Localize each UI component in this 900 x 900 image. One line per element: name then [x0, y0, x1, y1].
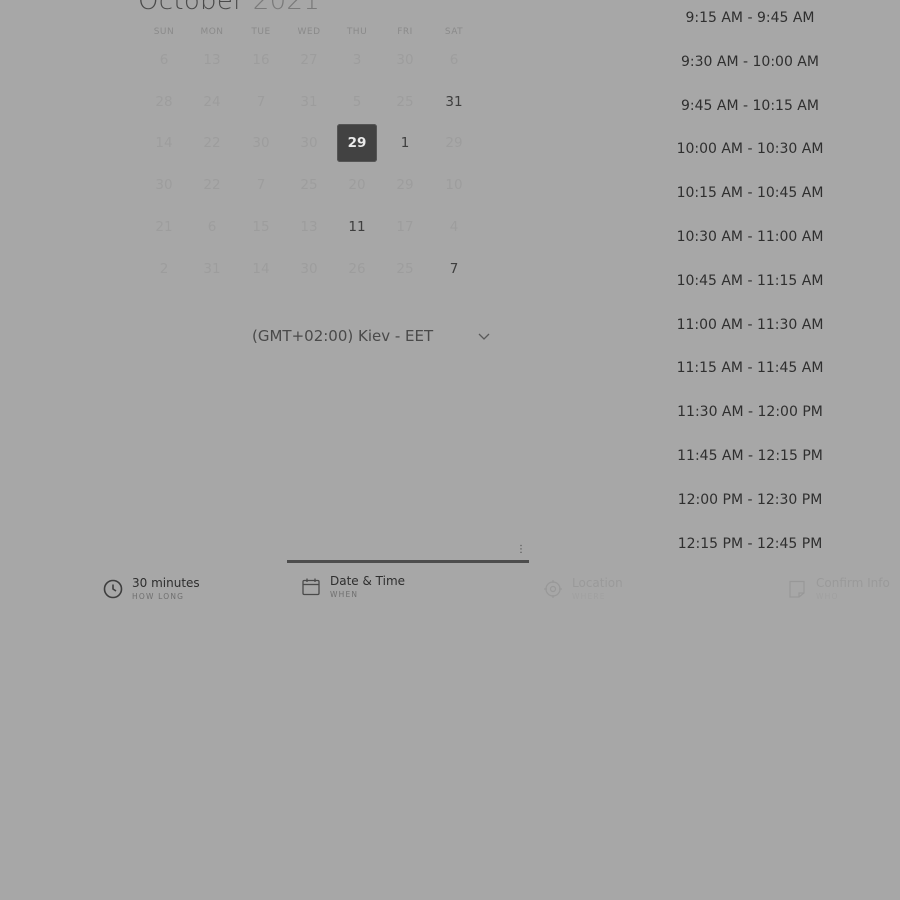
time-slot-button[interactable]: 10:45 AM - 11:15 AM [660, 266, 840, 296]
calendar-day: 4 [449, 219, 459, 235]
calendar-day: 10 [445, 177, 463, 193]
calendar-day: 22 [203, 177, 221, 193]
calendar-day: 26 [348, 261, 366, 277]
step-title: Confirm Info [816, 575, 890, 590]
weekday-label: FRI [397, 27, 413, 37]
step-duration[interactable]: 30 minutes HOW LONG [102, 574, 200, 604]
booking-page: October 2021 SUN MON TUE WED THU FRI SAT 6 13 16… [0, 0, 900, 900]
confirm-icon [789, 580, 805, 598]
calendar-day: 6 [207, 219, 217, 235]
calendar-day: 31 [300, 94, 318, 110]
step-title: Date & Time [330, 573, 406, 588]
calendar-day: 15 [252, 219, 270, 235]
step-title: Location [572, 575, 623, 590]
calendar-day: 14 [252, 261, 270, 277]
calendar-day: 30 [252, 135, 270, 151]
step-progress-bar [287, 560, 529, 563]
calendar-day: 17 [396, 219, 414, 235]
month-name: October [138, 0, 245, 16]
weekday-label: SUN [153, 27, 175, 37]
step-confirm-info[interactable]: Confirm Info WHO [786, 574, 890, 604]
calendar-day: 29 [396, 177, 414, 193]
calendar-day-selected[interactable]: 29 [337, 124, 377, 162]
time-slot-button[interactable]: 12:15 PM - 12:45 PM [660, 529, 840, 559]
year: 2021 [252, 0, 321, 16]
calendar-day: 25 [300, 177, 318, 193]
calendar-day: 7 [256, 177, 266, 193]
chevron-down-icon [478, 333, 490, 340]
calendar-day[interactable]: 11 [337, 208, 377, 246]
time-slot-button[interactable]: 11:45 AM - 12:15 PM [660, 441, 840, 471]
calendar-day: 14 [155, 135, 173, 151]
calendar-day: 6 [159, 52, 169, 68]
calendar-day: 6 [449, 52, 459, 68]
weekday-label: TUE [251, 27, 271, 37]
calendar-day: 22 [203, 135, 221, 151]
progress-marker: ⋮ [516, 544, 526, 555]
time-slot-button[interactable]: 10:15 AM - 10:45 AM [660, 178, 840, 208]
weekday-label: MON [200, 27, 224, 37]
calendar-day: 30 [300, 261, 318, 277]
calendar-day: 20 [348, 177, 366, 193]
time-slot-button[interactable]: 9:30 AM - 10:00 AM [660, 47, 840, 77]
month-title: October 2021 [138, 0, 320, 16]
step-subtitle: WHERE [572, 591, 606, 601]
time-slot-button[interactable]: 11:15 AM - 11:45 AM [660, 353, 840, 383]
weekday-label: SAT [444, 27, 464, 37]
calendar-day: 30 [300, 135, 318, 151]
weekday-label: WED [297, 27, 321, 37]
step-location[interactable]: Location WHERE [542, 574, 623, 604]
time-slot-button[interactable]: 9:45 AM - 10:15 AM [660, 91, 840, 121]
calendar-day: 29 [445, 135, 463, 151]
calendar-day: 16 [252, 52, 270, 68]
calendar-day[interactable]: 1 [385, 124, 425, 162]
calendar-day: 27 [300, 52, 318, 68]
calendar-day: 7 [256, 94, 266, 110]
step-date-time[interactable]: Date & Time WHEN [300, 572, 405, 602]
calendar-day: 25 [396, 261, 414, 277]
step-subtitle: WHO [816, 591, 839, 601]
calendar-day[interactable]: 7 [434, 250, 474, 288]
calendar-day: 30 [396, 52, 414, 68]
calendar-day: 21 [155, 219, 173, 235]
time-slot-button[interactable]: 11:00 AM - 11:30 AM [660, 310, 840, 340]
calendar-day: 2 [159, 261, 169, 277]
timezone-select[interactable]: (GMT+02:00) Kiev - EET [252, 323, 492, 349]
location-icon [544, 580, 562, 598]
calendar-day[interactable]: 31 [434, 83, 474, 121]
calendar-day: 30 [155, 177, 173, 193]
weekday-label: THU [346, 27, 368, 37]
calendar-day: 31 [203, 261, 221, 277]
time-slot-button[interactable]: 10:30 AM - 11:00 AM [660, 222, 840, 252]
time-slot-button[interactable]: 12:00 PM - 12:30 PM [660, 485, 840, 515]
calendar-day: 28 [155, 94, 173, 110]
step-subtitle: WHEN [330, 589, 359, 599]
calendar-day: 24 [203, 94, 221, 110]
step-title: 30 minutes [132, 575, 200, 590]
calendar-day: 13 [300, 219, 318, 235]
calendar-day: 13 [203, 52, 221, 68]
clock-icon [103, 579, 123, 599]
time-slot-button[interactable]: 10:00 AM - 10:30 AM [660, 134, 840, 164]
time-slot-button[interactable]: 9:15 AM - 9:45 AM [660, 3, 840, 33]
time-slot-button[interactable]: 11:30 AM - 12:00 PM [660, 397, 840, 427]
step-subtitle: HOW LONG [132, 591, 185, 601]
calendar-icon [302, 578, 320, 596]
timezone-label: (GMT+02:00) Kiev - EET [252, 327, 434, 345]
calendar-day: 25 [396, 94, 414, 110]
calendar-day: 3 [352, 52, 362, 68]
calendar-day: 5 [352, 94, 362, 110]
